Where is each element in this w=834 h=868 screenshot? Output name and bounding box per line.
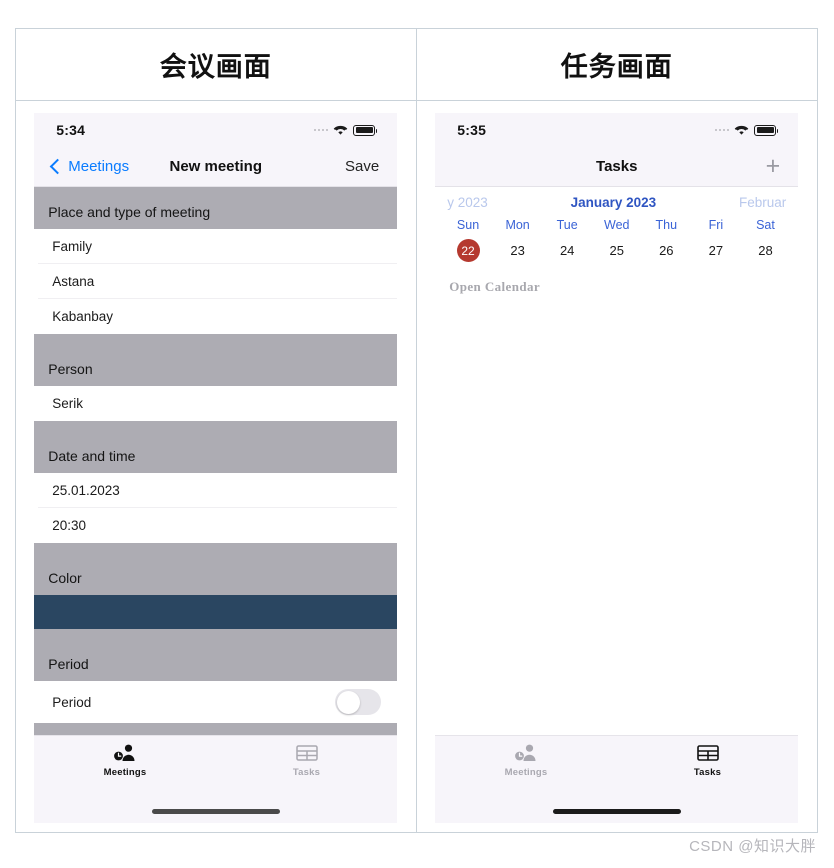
open-calendar-button[interactable]: Open Calendar (435, 266, 798, 295)
calendar-day[interactable]: 24 (542, 237, 592, 266)
status-bar-indicators (313, 124, 378, 136)
panel-tasks: 任务画面 5:35 Tasks + y 2023 January 2023 Fe… (416, 29, 817, 832)
panel-title: 会议画面 (159, 52, 272, 82)
calendar-month-row: y 2023 January 2023 Februar (435, 189, 798, 215)
tab-meetings-label: Meetings (103, 767, 147, 778)
tab-bar: Meetings Tasks (34, 735, 398, 799)
panel-body-tasks: 5:35 Tasks + y 2023 January 2023 Februar… (416, 101, 817, 832)
navigation-bar: Tasks + (435, 147, 799, 187)
panel-header-tasks: 任务画面 (416, 29, 817, 101)
tab-meetings[interactable]: Meetings (435, 742, 617, 799)
tasks-grid-icon (696, 742, 719, 764)
status-bar-time: 5:34 (56, 122, 86, 138)
weekday-label: Wed (604, 218, 630, 232)
calendar-day[interactable]: 26 (642, 237, 692, 266)
weekday-label: Tue (556, 218, 578, 232)
home-indicator-bar (34, 799, 398, 823)
calendar-day-row: 22 23 24 25 26 27 28 (435, 237, 798, 266)
tab-meetings[interactable]: Meetings (34, 742, 216, 799)
field-date[interactable]: 25.01.2023 (38, 473, 398, 508)
period-toggle[interactable] (335, 689, 382, 715)
weekday-label: Sat (756, 218, 775, 232)
panel-header-meetings: 会议画面 (16, 29, 416, 101)
status-bar: 5:34 (34, 113, 398, 147)
calendar-weekday-row: Sun Mon Tue Wed Thu Fri Sat (435, 215, 798, 237)
calendar-day[interactable]: 28 (741, 237, 791, 266)
section-header-person: Person (34, 334, 398, 386)
calendar-day[interactable]: 25 (592, 237, 642, 266)
back-button-label: Meetings (68, 158, 130, 175)
calendar-current-month[interactable]: January 2023 (488, 195, 739, 210)
task-list-empty-area (435, 295, 799, 735)
signal-dots-icon (313, 128, 329, 132)
calendar-next-month[interactable]: Februar (739, 195, 786, 210)
period-label: Period (52, 694, 92, 710)
field-city[interactable]: Astana (38, 264, 398, 299)
add-task-button[interactable]: + (766, 154, 781, 179)
back-button[interactable]: Meetings (49, 158, 130, 175)
field-type[interactable]: Family (38, 229, 398, 264)
tab-bar: Meetings Tasks (435, 735, 799, 799)
calendar-day[interactable]: 23 (493, 237, 543, 266)
signal-dots-icon (714, 128, 730, 132)
status-bar-time: 5:35 (457, 122, 487, 138)
weekday-label: Mon (505, 218, 530, 232)
save-button[interactable]: Save (345, 158, 379, 175)
panel-title: 任务画面 (560, 52, 673, 82)
tab-meetings-label: Meetings (504, 767, 548, 778)
panel-meetings: 会议画面 5:34 Meetings New meeting Save Plac… (16, 29, 417, 832)
weekday-label: Sun (456, 218, 480, 232)
tab-tasks-label: Tasks (693, 767, 722, 778)
chevron-left-icon (49, 158, 66, 175)
section-header-period: Period (34, 629, 398, 681)
battery-full-icon (353, 124, 378, 136)
wifi-icon (734, 125, 749, 136)
status-bar-indicators (714, 124, 779, 136)
field-street[interactable]: Kabanbay (38, 299, 398, 334)
home-indicator[interactable] (151, 808, 280, 814)
meetings-icon (514, 742, 538, 764)
panel-body-meetings: 5:34 Meetings New meeting Save Place and… (16, 101, 416, 832)
tasks-grid-icon (295, 742, 318, 764)
status-bar: 5:35 (435, 113, 799, 147)
navigation-bar: Meetings New meeting Save (34, 147, 398, 187)
tab-tasks[interactable]: Tasks (216, 742, 398, 799)
meetings-icon (113, 742, 137, 764)
watermark: CSDN @知识大胖 (689, 838, 816, 855)
page-title: Tasks (596, 158, 638, 175)
calendar-prev-month[interactable]: y 2023 (447, 195, 488, 210)
meeting-form: Place and type of meeting Family Astana … (34, 187, 398, 735)
color-swatch[interactable] (34, 595, 398, 629)
wifi-icon (333, 125, 348, 136)
phone-screen-tasks: 5:35 Tasks + y 2023 January 2023 Februar… (435, 113, 799, 823)
tab-tasks-label: Tasks (292, 767, 321, 778)
section-header-place: Place and type of meeting (34, 187, 398, 229)
calendar-day-selected[interactable]: 22 (443, 237, 493, 266)
form-filler (34, 723, 398, 735)
section-header-date-time: Date and time (34, 421, 398, 473)
home-indicator[interactable] (552, 808, 681, 814)
calendar-strip: y 2023 January 2023 Februar Sun Mon Tue … (435, 187, 799, 295)
calendar-day[interactable]: 27 (691, 237, 741, 266)
period-row: Period (38, 681, 398, 723)
comparison-board: 会议画面 5:34 Meetings New meeting Save Plac… (15, 28, 818, 833)
weekday-label: Thu (655, 218, 678, 232)
field-time[interactable]: 20:30 (38, 508, 398, 543)
tab-tasks[interactable]: Tasks (617, 742, 799, 799)
section-header-color: Color (34, 543, 398, 595)
weekday-label: Fri (708, 218, 724, 232)
battery-full-icon (754, 124, 779, 136)
home-indicator-bar (435, 799, 799, 823)
field-person[interactable]: Serik (38, 386, 398, 421)
phone-screen-meetings: 5:34 Meetings New meeting Save Place and… (34, 113, 398, 823)
